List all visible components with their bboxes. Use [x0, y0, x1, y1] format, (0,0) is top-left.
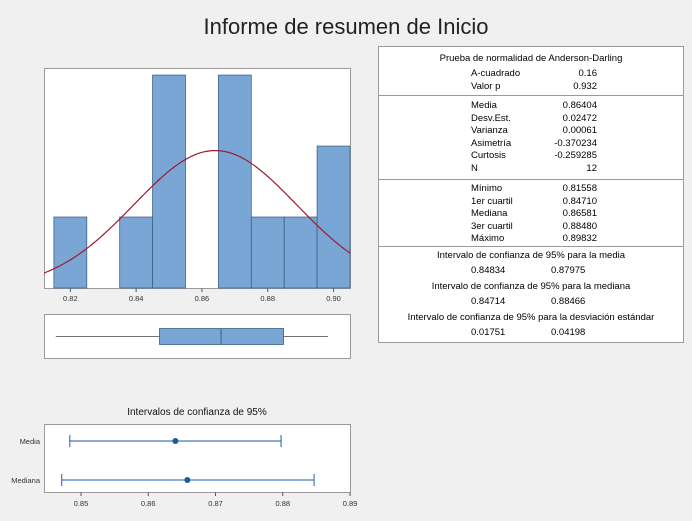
boxplot-chart [44, 314, 351, 359]
ci-plot-area [44, 424, 351, 493]
stat-value: 0.84710 [562, 195, 597, 207]
stat-value: 0.86581 [562, 208, 597, 219]
stat-label: Asimetría [471, 137, 512, 149]
x-tick-label: 0.82 [63, 294, 78, 303]
x-tick-label: 0.88 [260, 294, 275, 303]
histogram-bar [217, 74, 252, 289]
stat-value: 0.16 [578, 68, 598, 79]
x-tick-label: 0.84 [129, 294, 144, 303]
ci-mean-lower: 0.84834 [471, 265, 506, 276]
divider [379, 246, 683, 247]
x-tick-label: 0.86 [141, 499, 156, 508]
anderson-darling-heading: Prueba de normalidad de Anderson-Darling [439, 53, 623, 64]
ci-category-label: Media [20, 437, 41, 446]
x-tick-label: 0.88 [275, 499, 290, 508]
ci-estimate-point [184, 477, 191, 483]
histogram-bar [283, 216, 318, 289]
stat-label: A-cuadrado [471, 68, 521, 79]
stat-value: -0.370234 [554, 137, 597, 149]
page-title: Informe de resumen de Inicio [203, 14, 489, 39]
ci-median-upper: 0.88466 [551, 296, 586, 307]
divider [379, 95, 683, 96]
stat-value: 0.88480 [562, 220, 597, 232]
histogram-bar [119, 216, 153, 289]
ci-category-label: Mediana [11, 476, 41, 485]
stat-label: N [471, 162, 478, 174]
ci-chart-title: Intervalos de confianza de 95% [127, 407, 267, 418]
histogram-bar [316, 145, 351, 289]
divider [379, 179, 683, 180]
ci-mean-upper: 0.87975 [551, 265, 586, 276]
stat-value: 0.00061 [562, 125, 597, 136]
ci-mean-heading: Intervalo de confianza de 95% para la me… [436, 250, 625, 261]
ci-estimate-point [172, 438, 179, 444]
histogram-bar [250, 216, 285, 289]
x-tick-label: 0.86 [195, 294, 210, 303]
stat-label: 1er cuartil [471, 195, 513, 207]
ci-sd-lower: 0.01751 [471, 327, 506, 338]
stat-label: Mediana [471, 208, 508, 219]
ci-median-lower: 0.84714 [471, 296, 506, 307]
x-tick-label: 0.87 [208, 499, 223, 508]
stat-value: 0.86404 [562, 100, 597, 111]
x-tick-label: 0.85 [74, 499, 89, 508]
confidence-interval-chart: Intervalos de confianza de 95% Media Media… [11, 407, 358, 508]
stat-label: 3er cuartil [471, 220, 513, 232]
stat-value: 0.932 [573, 80, 597, 92]
ci-sd-heading: Intervalo de confianza de 95% para la de… [407, 312, 655, 323]
x-tick-label: 0.89 [343, 499, 358, 508]
stat-label: Media [471, 100, 497, 111]
stat-value: 0.81558 [562, 183, 597, 194]
stat-value: 0.02472 [562, 112, 597, 124]
stat-value: 12 [586, 162, 597, 174]
stat-value: 0.89832 [562, 233, 597, 244]
stat-label: Mínimo [471, 183, 503, 194]
report-canvas: Informe de resumen de Inicio 0.82 0.84 0.8… [0, 0, 692, 521]
stat-label: Varianza [471, 125, 508, 136]
stat-label: Desv.Est. [471, 112, 511, 124]
stat-value: -0.259285 [554, 150, 597, 161]
x-tick-label: 0.90 [326, 294, 341, 303]
ci-sd-upper: 0.04198 [551, 327, 586, 338]
stat-label: Valor p [471, 80, 501, 92]
stat-label: Máximo [471, 233, 505, 244]
stat-label: Curtosis [471, 150, 506, 161]
histogram-chart: 0.82 0.84 0.86 0.88 0.90 [44, 68, 351, 303]
statistics-panel: Prueba de normalidad de Anderson-Darling… [378, 46, 684, 343]
ci-median-heading: Intervalo de confianza de 95% para la me… [431, 281, 631, 292]
